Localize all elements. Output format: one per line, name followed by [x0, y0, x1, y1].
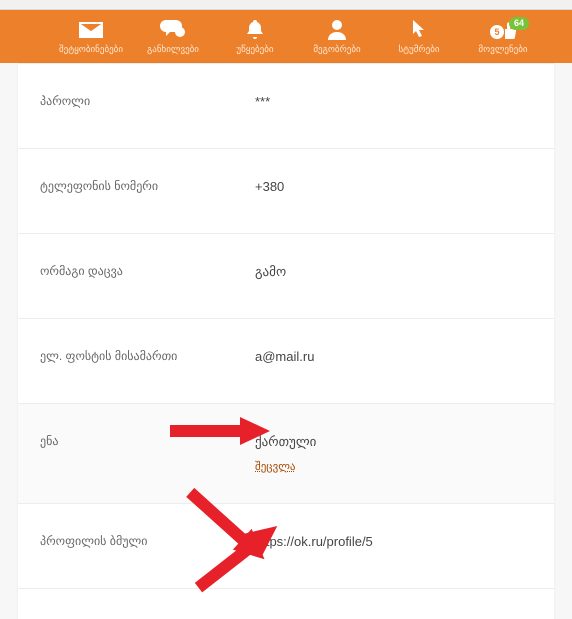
person-icon — [328, 19, 346, 41]
pointer-icon — [410, 19, 428, 41]
nav-label: მეგობრები — [313, 44, 360, 55]
nav-guests[interactable]: სტუმრები — [378, 19, 460, 55]
field-label: ენა — [40, 434, 255, 448]
nav-friends[interactable]: მეგობრები — [296, 19, 378, 55]
nav-discussions[interactable]: განხილვები — [132, 19, 214, 55]
field-value: *** — [255, 94, 532, 109]
row-phone[interactable]: ტელეფონის ნომერი +380 — [18, 148, 554, 233]
events-badge: 64 — [509, 17, 529, 30]
nav-label: სტუმრები — [398, 44, 439, 55]
row-profile-id[interactable]: თქვენი პროფილის ID 578 — [18, 588, 554, 619]
nav-label: განხილვები — [147, 44, 199, 55]
field-label: პაროლი — [40, 94, 255, 108]
row-two-factor[interactable]: ორმაგი დაცვა გამო — [18, 233, 554, 318]
top-nav: შეტყობინებები განხილვები უწყებები მეგობრ… — [0, 10, 572, 63]
row-profile-url[interactable]: პროფილის ბმული https://ok.ru/profile/5 — [18, 503, 554, 588]
chat-bubbles-icon — [160, 19, 186, 41]
settings-page: პაროლი *** ტელეფონის ნომერი +380 ორმაგი … — [0, 63, 572, 619]
nav-label: უწყებები — [236, 44, 273, 55]
envelope-icon — [79, 19, 103, 41]
field-label: პროფილის ბმული — [40, 534, 255, 548]
svg-text:5: 5 — [494, 27, 499, 37]
field-value: a@mail.ru — [255, 349, 532, 364]
browser-chrome — [0, 0, 572, 10]
field-label: ტელეფონის ნომერი — [40, 179, 255, 193]
field-value: ქართული — [255, 434, 532, 450]
field-label: ელ. ფოსტის მისამართი — [40, 349, 255, 363]
field-value: +380 — [255, 179, 532, 194]
nav-messages[interactable]: შეტყობინებები — [50, 19, 132, 55]
change-language-link[interactable]: შეცვლა — [255, 460, 532, 473]
nav-notifications[interactable]: უწყებები — [214, 19, 296, 55]
row-email[interactable]: ელ. ფოსტის მისამართი a@mail.ru — [18, 318, 554, 403]
field-value: https://ok.ru/profile/5 — [255, 534, 532, 549]
nav-events[interactable]: 64 5 მოვლენები — [460, 19, 546, 55]
bell-icon — [245, 19, 265, 41]
nav-label: მოვლენები — [478, 44, 527, 55]
nav-label: შეტყობინებები — [59, 44, 123, 55]
field-value: გამო — [255, 264, 532, 280]
settings-card: პაროლი *** ტელეფონის ნომერი +380 ორმაგი … — [18, 63, 554, 619]
field-label: ორმაგი დაცვა — [40, 264, 255, 278]
nav-music[interactable]: მუსიკა — [546, 19, 572, 55]
row-password[interactable]: პაროლი *** — [18, 63, 554, 148]
row-language[interactable]: ენა ქართული შეცვლა — [18, 403, 554, 503]
